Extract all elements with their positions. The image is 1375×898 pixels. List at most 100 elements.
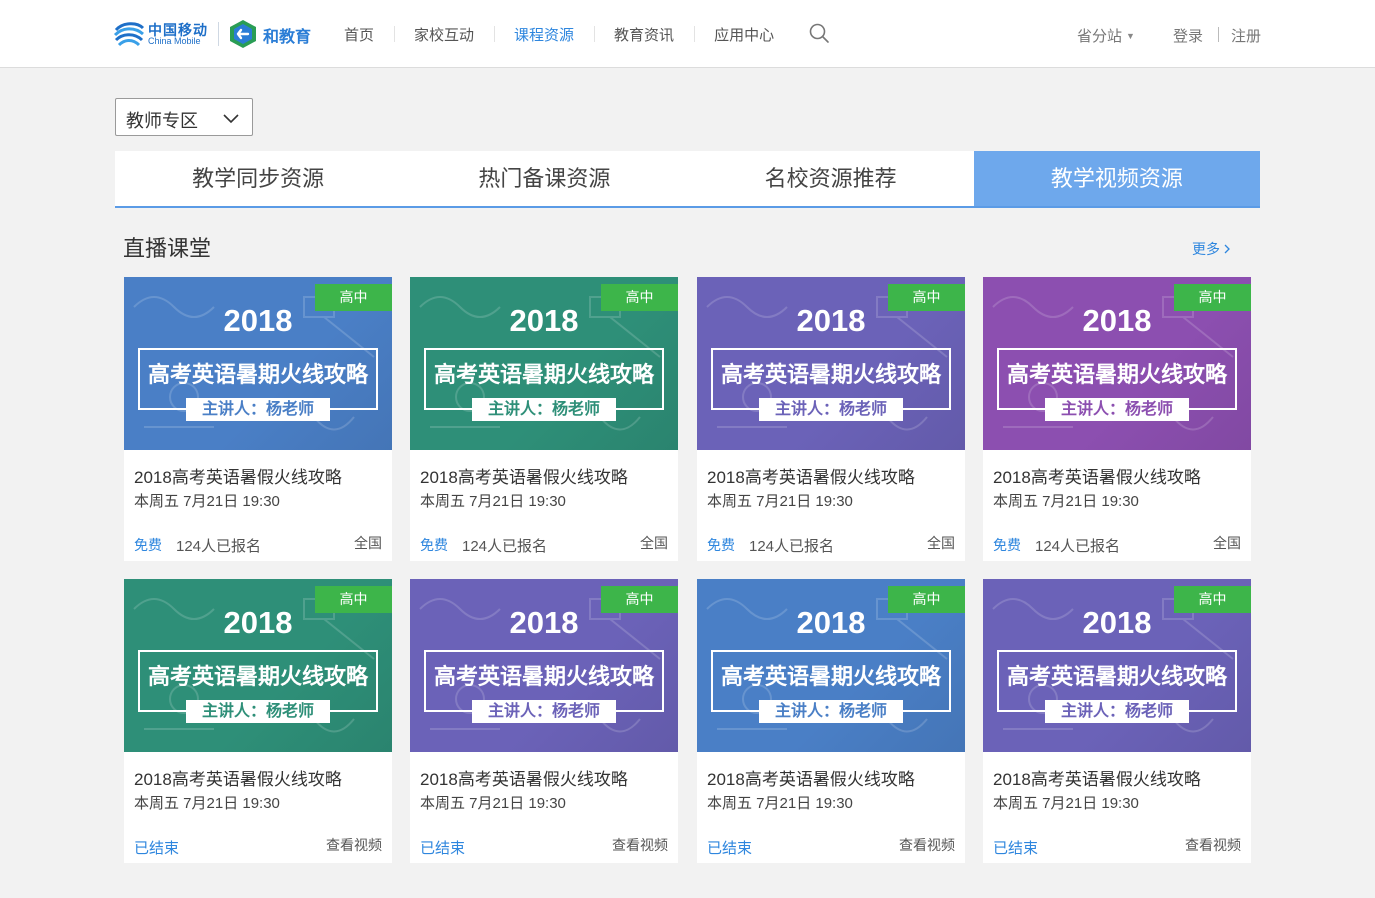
course-scope: 全国 bbox=[640, 535, 668, 551]
province-label: 省分站 bbox=[1077, 28, 1123, 45]
zone-select[interactable]: 教师专区 bbox=[115, 98, 253, 136]
course-time: 本周五 7月21日 19:30 bbox=[420, 795, 566, 812]
course-status: 免费 bbox=[420, 537, 448, 553]
course-time: 本周五 7月21日 19:30 bbox=[420, 493, 566, 510]
china-mobile-logo[interactable]: 中国移动 China Mobile bbox=[113, 18, 213, 50]
course-title[interactable]: 2018高考英语暑假火线攻略 bbox=[707, 765, 915, 790]
view-video-link[interactable]: 查看视频 bbox=[1185, 835, 1241, 855]
course-thumbnail[interactable]: 高中 2018 高考英语暑期火线攻略 主讲人：杨老师 bbox=[983, 277, 1251, 450]
thumbnail-speaker: 主讲人：杨老师 bbox=[186, 398, 330, 421]
thumbnail-speaker: 主讲人：杨老师 bbox=[472, 398, 616, 421]
he-education-name: 和教育 bbox=[263, 29, 312, 46]
course-card[interactable]: 高中 2018 高考英语暑期火线攻略 主讲人：杨老师 2018高考英语暑假火线攻… bbox=[124, 579, 392, 863]
course-card[interactable]: 高中 2018 高考英语暑期火线攻略 主讲人：杨老师 2018高考英语暑假火线攻… bbox=[124, 277, 392, 561]
register-link[interactable]: 注册 bbox=[1231, 25, 1261, 46]
thumbnail-speaker: 主讲人：杨老师 bbox=[186, 700, 330, 723]
resource-tabs: 教学同步资源 热门备课资源 名校资源推荐 教学视频资源 bbox=[115, 151, 1260, 208]
china-mobile-logo-icon bbox=[113, 22, 145, 47]
login-link[interactable]: 登录 bbox=[1173, 25, 1203, 46]
course-title[interactable]: 2018高考英语暑假火线攻略 bbox=[420, 765, 628, 790]
course-title[interactable]: 2018高考英语暑假火线攻略 bbox=[707, 463, 915, 488]
course-card[interactable]: 高中 2018 高考英语暑期火线攻略 主讲人：杨老师 2018高考英语暑假火线攻… bbox=[697, 277, 965, 561]
course-time: 本周五 7月21日 19:30 bbox=[993, 493, 1139, 510]
thumbnail-headline: 高考英语暑期火线攻略 bbox=[433, 664, 654, 689]
course-status: 免费 bbox=[707, 537, 735, 553]
thumbnail-year: 2018 bbox=[1082, 605, 1152, 640]
course-scope: 全国 bbox=[927, 535, 955, 551]
caret-down-icon: ▼ bbox=[1126, 31, 1135, 41]
section-title: 直播课堂 bbox=[123, 236, 212, 261]
chevron-right-icon bbox=[1224, 244, 1230, 254]
course-thumbnail[interactable]: 高中 2018 高考英语暑期火线攻略 主讲人：杨老师 bbox=[410, 277, 678, 450]
enrollment-count: 124人已报名 bbox=[749, 538, 835, 555]
tab-teaching-videos[interactable]: 教学视频资源 bbox=[973, 151, 1260, 206]
course-card[interactable]: 高中 2018 高考英语暑期火线攻略 主讲人：杨老师 2018高考英语暑假火线攻… bbox=[983, 277, 1251, 561]
main-nav: 首页 家校互动 课程资源 教育资讯 应用中心 bbox=[324, 0, 794, 68]
nav-home-school[interactable]: 家校互动 bbox=[394, 24, 494, 45]
course-card[interactable]: 高中 2018 高考英语暑期火线攻略 主讲人：杨老师 2018高考英语暑假火线攻… bbox=[410, 277, 678, 561]
course-status: 已结束 bbox=[134, 840, 180, 857]
thumbnail-speaker: 主讲人：杨老师 bbox=[472, 700, 616, 723]
course-time: 本周五 7月21日 19:30 bbox=[134, 493, 280, 510]
enrollment-count: 124人已报名 bbox=[1035, 538, 1121, 555]
zone-select-value: 教师专区 bbox=[126, 111, 198, 131]
view-video-link[interactable]: 查看视频 bbox=[612, 835, 668, 855]
thumbnail-year: 2018 bbox=[223, 303, 293, 338]
course-time: 本周五 7月21日 19:30 bbox=[993, 795, 1139, 812]
nav-course-resources[interactable]: 课程资源 bbox=[494, 24, 594, 45]
course-thumbnail[interactable]: 高中 2018 高考英语暑期火线攻略 主讲人：杨老师 bbox=[697, 579, 965, 752]
thumbnail-headline: 高考英语暑期火线攻略 bbox=[1006, 362, 1227, 387]
he-education-logo-icon bbox=[230, 20, 256, 48]
course-status: 已结束 bbox=[707, 840, 753, 857]
thumbnail-year: 2018 bbox=[796, 605, 866, 640]
more-label: 更多 bbox=[1192, 241, 1220, 257]
course-thumbnail[interactable]: 高中 2018 高考英语暑期火线攻略 主讲人：杨老师 bbox=[697, 277, 965, 450]
thumbnail-headline: 高考英语暑期火线攻略 bbox=[147, 362, 368, 387]
auth-divider bbox=[1218, 27, 1219, 42]
course-status: 已结束 bbox=[993, 840, 1039, 857]
course-thumbnail[interactable]: 高中 2018 高考英语暑期火线攻略 主讲人：杨老师 bbox=[124, 579, 392, 752]
search-icon[interactable] bbox=[808, 22, 830, 44]
thumbnail-speaker: 主讲人：杨老师 bbox=[759, 700, 903, 723]
thumbnail-speaker: 主讲人：杨老师 bbox=[1045, 398, 1189, 421]
tab-popular-prep[interactable]: 热门备课资源 bbox=[401, 151, 687, 206]
course-thumbnail[interactable]: 高中 2018 高考英语暑期火线攻略 主讲人：杨老师 bbox=[410, 579, 678, 752]
nav-app-center[interactable]: 应用中心 bbox=[694, 24, 794, 45]
tab-famous-schools[interactable]: 名校资源推荐 bbox=[688, 151, 974, 206]
province-dropdown[interactable]: 省分站 ▼ bbox=[1077, 25, 1135, 46]
course-card[interactable]: 高中 2018 高考英语暑期火线攻略 主讲人：杨老师 2018高考英语暑假火线攻… bbox=[410, 579, 678, 863]
logo-divider bbox=[218, 22, 219, 46]
china-mobile-en: China Mobile bbox=[148, 36, 201, 46]
nav-education-news[interactable]: 教育资讯 bbox=[594, 24, 694, 45]
course-thumbnail[interactable]: 高中 2018 高考英语暑期火线攻略 主讲人：杨老师 bbox=[124, 277, 392, 450]
course-title[interactable]: 2018高考英语暑假火线攻略 bbox=[134, 765, 342, 790]
course-time: 本周五 7月21日 19:30 bbox=[707, 795, 853, 812]
thumbnail-headline: 高考英语暑期火线攻略 bbox=[720, 362, 941, 387]
top-header: 中国移动 China Mobile 和教育 首页 家校互动 课程资源 教育资讯 … bbox=[0, 0, 1375, 68]
thumbnail-headline: 高考英语暑期火线攻略 bbox=[433, 362, 654, 387]
view-video-link[interactable]: 查看视频 bbox=[326, 835, 382, 855]
enrollment-count: 124人已报名 bbox=[176, 538, 262, 555]
course-scope: 全国 bbox=[354, 535, 382, 551]
nav-home[interactable]: 首页 bbox=[324, 24, 394, 45]
course-title[interactable]: 2018高考英语暑假火线攻略 bbox=[993, 765, 1201, 790]
thumbnail-headline: 高考英语暑期火线攻略 bbox=[147, 664, 368, 689]
course-status: 已结束 bbox=[420, 840, 466, 857]
course-title[interactable]: 2018高考英语暑假火线攻略 bbox=[134, 463, 342, 488]
course-title[interactable]: 2018高考英语暑假火线攻略 bbox=[420, 463, 628, 488]
view-video-link[interactable]: 查看视频 bbox=[899, 835, 955, 855]
course-thumbnail[interactable]: 高中 2018 高考英语暑期火线攻略 主讲人：杨老师 bbox=[983, 579, 1251, 752]
chevron-down-icon bbox=[223, 114, 239, 124]
course-title[interactable]: 2018高考英语暑假火线攻略 bbox=[993, 463, 1201, 488]
tab-sync-resources[interactable]: 教学同步资源 bbox=[115, 151, 401, 206]
thumbnail-speaker: 主讲人：杨老师 bbox=[759, 398, 903, 421]
thumbnail-speaker: 主讲人：杨老师 bbox=[1045, 700, 1189, 723]
course-card[interactable]: 高中 2018 高考英语暑期火线攻略 主讲人：杨老师 2018高考英语暑假火线攻… bbox=[983, 579, 1251, 863]
more-link[interactable]: 更多 bbox=[1192, 239, 1231, 259]
thumbnail-headline: 高考英语暑期火线攻略 bbox=[720, 664, 941, 689]
course-time: 本周五 7月21日 19:30 bbox=[134, 795, 280, 812]
course-card[interactable]: 高中 2018 高考英语暑期火线攻略 主讲人：杨老师 2018高考英语暑假火线攻… bbox=[697, 579, 965, 863]
thumbnail-headline: 高考英语暑期火线攻略 bbox=[1006, 664, 1227, 689]
thumbnail-year: 2018 bbox=[223, 605, 293, 640]
thumbnail-year: 2018 bbox=[509, 303, 579, 338]
